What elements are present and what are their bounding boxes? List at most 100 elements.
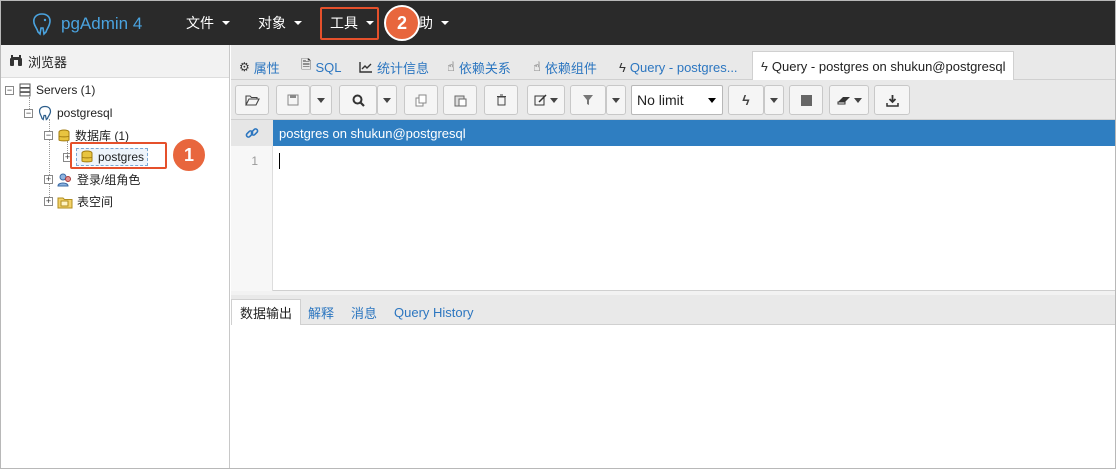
menu-help[interactable]: 助 xyxy=(419,1,449,45)
tree-tablespaces-label: 表空间 xyxy=(77,195,114,209)
menu-file-label: 文件 xyxy=(186,15,214,31)
clear-button[interactable] xyxy=(829,85,869,115)
open-file-button[interactable] xyxy=(235,85,269,115)
pencil-square-icon xyxy=(534,94,547,106)
save-dropdown-button[interactable] xyxy=(310,85,332,115)
tab-dependents[interactable]: ☝ 依赖组件 xyxy=(533,54,597,80)
bolt-icon: ϟ xyxy=(619,59,626,75)
file-icon: 🗎 xyxy=(301,57,312,72)
browser-panel: 浏览器 − Servers (1) − postgresql − 数据库 (1)… xyxy=(1,45,230,468)
line-number-gutter: 1 xyxy=(231,146,273,291)
menu-object-label: 对象 xyxy=(258,15,286,31)
filter-dropdown-button[interactable] xyxy=(606,85,626,115)
tree-login-roles[interactable]: + 登录/组角色 xyxy=(44,171,140,188)
find-button[interactable] xyxy=(339,85,377,115)
tab-data-output[interactable]: 数据输出 xyxy=(231,299,302,325)
download-button[interactable] xyxy=(874,85,910,115)
tab-label: Query History xyxy=(394,304,474,320)
limit-select-value: No limit xyxy=(637,92,684,108)
caret-down-icon xyxy=(294,21,302,25)
output-panel xyxy=(231,325,1115,468)
stop-icon xyxy=(800,94,812,106)
tab-label: 依赖组件 xyxy=(544,60,597,76)
trash-icon xyxy=(496,94,506,106)
tab-sql[interactable]: 🗎 SQL xyxy=(301,54,341,80)
find-dropdown-button[interactable] xyxy=(377,85,397,115)
output-tabs: 数据输出 解释 消息 Query History xyxy=(231,295,1115,325)
execute-button[interactable]: ϟ xyxy=(728,85,764,115)
caret-down-icon xyxy=(708,98,716,103)
menu-object[interactable]: 对象 xyxy=(258,1,302,45)
caret-down-icon xyxy=(550,97,558,103)
roles-icon xyxy=(57,173,71,186)
databases-icon xyxy=(58,129,70,141)
edit-button[interactable] xyxy=(527,85,565,115)
expand-icon[interactable]: + xyxy=(44,197,53,206)
tab-query-active[interactable]: ϟ Query - postgres on shukun@postgresql xyxy=(752,51,1015,80)
tab-statistics[interactable]: 统计信息 xyxy=(359,54,429,80)
caret-down-icon xyxy=(317,97,325,103)
callout-1: 1 xyxy=(171,137,207,173)
paste-icon xyxy=(454,95,466,106)
tab-label: Query - postgres... xyxy=(629,59,738,75)
link-icon xyxy=(245,128,259,138)
text-cursor xyxy=(279,153,280,169)
connection-label: postgres on shukun@postgresql xyxy=(279,125,466,141)
tools-highlight-box xyxy=(320,7,379,40)
brand[interactable]: pgAdmin 4 xyxy=(31,11,142,37)
tab-properties[interactable]: ⚙ 属性 xyxy=(239,54,280,80)
caret-down-icon xyxy=(441,21,449,25)
tree-server-postgresql[interactable]: − postgresql xyxy=(24,105,112,121)
tab-label: 依赖关系 xyxy=(458,60,511,76)
line-number: 1 xyxy=(251,154,258,168)
tab-label: 数据输出 xyxy=(240,306,293,321)
tab-label: Query - postgres on shukun@postgresql xyxy=(771,58,1006,74)
tab-messages[interactable]: 消息 xyxy=(351,299,377,325)
limit-select[interactable]: No limit xyxy=(631,85,723,115)
app-window: pgAdmin 4 文件 对象 工具 助 2 浏览器 − Servers (1)… xyxy=(0,0,1116,469)
elephant-server-icon xyxy=(38,105,52,121)
sql-editor[interactable]: 1 xyxy=(231,146,1115,291)
caret-down-icon xyxy=(222,21,230,25)
elephant-logo-icon xyxy=(33,13,51,36)
connection-status[interactable] xyxy=(231,120,273,146)
delete-button[interactable] xyxy=(484,85,518,115)
collapse-icon[interactable]: − xyxy=(44,131,53,140)
tab-explain[interactable]: 解释 xyxy=(308,299,334,325)
tab-label: 统计信息 xyxy=(377,60,430,76)
callout-2: 2 xyxy=(384,5,420,41)
collapse-icon[interactable]: − xyxy=(5,85,14,95)
caret-down-icon xyxy=(770,97,778,103)
tree-tablespaces[interactable]: + 表空间 xyxy=(44,193,113,210)
tab-query-1[interactable]: ϟ Query - postgres... xyxy=(619,54,738,80)
tab-label: 属性 xyxy=(253,60,280,76)
stop-button[interactable] xyxy=(789,85,823,115)
tab-label: SQL xyxy=(315,59,342,75)
search-icon xyxy=(352,94,365,107)
save-button[interactable] xyxy=(276,85,310,115)
hand-icon: ☝ xyxy=(533,59,541,74)
filter-button[interactable] xyxy=(570,85,606,115)
browser-title: 浏览器 xyxy=(28,54,68,70)
bolt-icon: ϟ xyxy=(761,58,768,74)
gears-icon: ⚙ xyxy=(239,60,250,74)
copy-icon xyxy=(415,94,426,106)
expand-icon[interactable]: + xyxy=(44,175,53,184)
server-group-icon xyxy=(19,83,31,97)
tab-query-history[interactable]: Query History xyxy=(394,299,473,325)
line-chart-icon xyxy=(359,62,372,73)
hand-icon: ☝ xyxy=(447,59,455,74)
execute-dropdown-button[interactable] xyxy=(764,85,784,115)
collapse-icon[interactable]: − xyxy=(24,108,33,118)
top-navbar: pgAdmin 4 文件 对象 工具 助 2 xyxy=(1,1,1115,45)
object-tabs: ⚙ 属性 🗎 SQL 统计信息 ☝ 依赖关系 ☝ 依赖组件 ϟ Query - … xyxy=(231,45,1115,80)
binoculars-icon xyxy=(10,55,22,66)
filter-icon xyxy=(583,95,593,105)
menu-file[interactable]: 文件 xyxy=(186,1,230,45)
tab-dependencies[interactable]: ☝ 依赖关系 xyxy=(447,54,511,80)
paste-button[interactable] xyxy=(443,85,477,115)
tree-servers[interactable]: − Servers (1) xyxy=(5,83,95,97)
copy-button[interactable] xyxy=(404,85,438,115)
caret-down-icon xyxy=(853,97,862,103)
folder-open-icon xyxy=(244,95,260,106)
